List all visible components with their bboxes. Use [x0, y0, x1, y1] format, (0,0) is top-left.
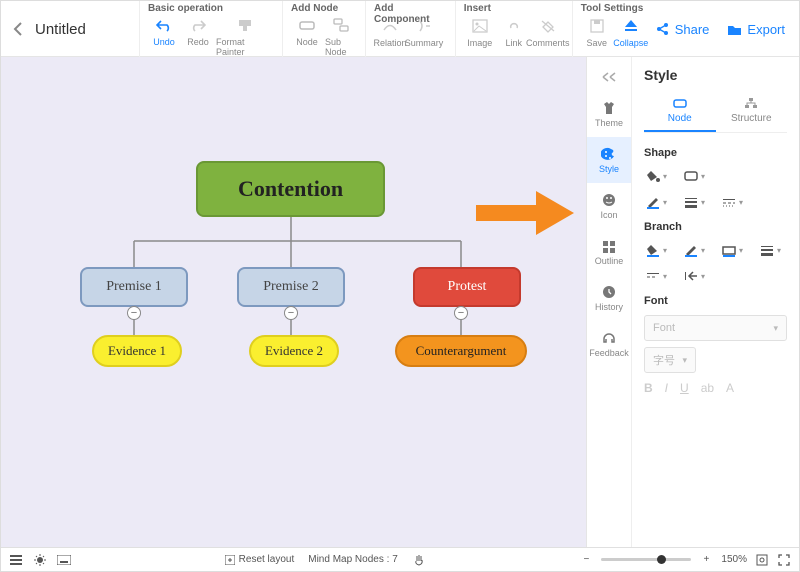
keyboard-icon[interactable]	[57, 553, 71, 567]
node-root[interactable]: Contention	[196, 161, 385, 217]
back-button[interactable]	[1, 1, 35, 57]
ribbon: Basic operation Undo Redo Format Painter…	[139, 1, 655, 57]
main: Contention Premise 1 Premise 2 Protest E…	[1, 57, 799, 549]
annotation-arrow-icon	[476, 191, 574, 235]
font-family-select[interactable]: Font▾	[644, 315, 787, 341]
shirt-icon	[601, 101, 617, 115]
branch-arrow-button[interactable]: ▾	[682, 267, 706, 285]
undo-button[interactable]: Undo	[148, 16, 180, 47]
collapse-panel-button[interactable]	[587, 63, 632, 91]
group-addcomp-label: Add Component	[374, 1, 447, 15]
status-bar: Reset layout Mind Map Nodes : 7 − + 150%	[1, 547, 799, 571]
view-list-icon[interactable]	[9, 553, 23, 567]
group-tools-label: Tool Settings	[581, 1, 647, 15]
right-actions: Share Export	[655, 1, 799, 57]
format-painter-button[interactable]: Format Painter	[216, 16, 274, 57]
collapse-button[interactable]: Collapse	[615, 17, 647, 48]
fullscreen-icon[interactable]	[777, 553, 791, 567]
zoom-out-button[interactable]: −	[579, 553, 593, 567]
doc-title[interactable]: Untitled	[35, 1, 139, 57]
section-branch: Branch	[644, 221, 787, 233]
smile-icon	[601, 193, 617, 207]
node-evidence-1[interactable]: Evidence 1	[92, 335, 182, 367]
shape-type-button[interactable]: ▾	[682, 167, 706, 185]
italic-button[interactable]: I	[665, 381, 668, 395]
shape-fill-button[interactable]: ▾	[644, 167, 668, 185]
pan-icon[interactable]	[412, 553, 426, 567]
font-size-select[interactable]: 字号▾	[644, 347, 696, 373]
summary-button[interactable]: Summary	[408, 17, 440, 48]
add-subnode-button[interactable]: Sub Node	[325, 16, 357, 57]
border-color-button[interactable]: ▾	[644, 193, 668, 211]
redo-button[interactable]: Redo	[182, 16, 214, 47]
branch-width-button[interactable]: ▾	[758, 241, 782, 259]
topbar: Untitled Basic operation Undo Redo Forma…	[1, 1, 799, 57]
insert-image-button[interactable]: Image	[464, 17, 496, 48]
clock-icon	[601, 285, 617, 299]
section-font: Font	[644, 295, 787, 307]
style-panel: Style Node Structure Shape ▾ ▾ ▾ ▾ ▾ Bra…	[631, 57, 799, 549]
node-premise-1[interactable]: Premise 1	[80, 267, 188, 307]
fit-screen-icon[interactable]	[755, 553, 769, 567]
side-toolbar: Theme Style Icon Outline History Feedbac…	[586, 57, 631, 549]
underline-button[interactable]: U	[680, 381, 689, 395]
tab-style[interactable]: Style	[587, 137, 632, 183]
tab-history[interactable]: History	[587, 275, 632, 321]
node-premise-2[interactable]: Premise 2	[237, 267, 345, 307]
border-width-button[interactable]: ▾	[682, 193, 706, 211]
reset-layout-button[interactable]: Reset layout	[225, 554, 295, 565]
zoom-slider[interactable]	[601, 558, 691, 561]
node-evidence-2[interactable]: Evidence 2	[249, 335, 339, 367]
headset-icon	[601, 331, 617, 345]
bold-button[interactable]: B	[644, 381, 653, 395]
collapse-toggle[interactable]: −	[284, 306, 298, 320]
brightness-icon[interactable]	[33, 553, 47, 567]
subtab-node[interactable]: Node	[644, 97, 716, 132]
section-shape: Shape	[644, 147, 787, 159]
subtab-structure[interactable]: Structure	[716, 97, 788, 132]
node-count: Mind Map Nodes : 7	[308, 554, 398, 565]
panel-title: Style	[644, 67, 787, 83]
export-button[interactable]: Export	[727, 22, 785, 37]
font-color-button[interactable]: A	[726, 381, 734, 395]
group-insert-label: Insert	[464, 1, 564, 15]
tab-feedback[interactable]: Feedback	[587, 321, 632, 367]
palette-icon	[601, 147, 617, 161]
collapse-toggle[interactable]: −	[454, 306, 468, 320]
tab-outline[interactable]: Outline	[587, 229, 632, 275]
zoom-level: 150%	[721, 554, 747, 565]
branch-shape-button[interactable]: ▾	[720, 241, 744, 259]
group-basic-label: Basic operation	[148, 1, 274, 14]
node-protest[interactable]: Protest	[413, 267, 521, 307]
branch-pen-button[interactable]: ▾	[682, 241, 706, 259]
save-button[interactable]: Save	[581, 17, 613, 48]
branch-dash-button[interactable]: ▾	[644, 267, 668, 285]
strikethrough-button[interactable]: ab	[701, 381, 714, 395]
node-counterargument[interactable]: Counterargument	[395, 335, 527, 367]
zoom-in-button[interactable]: +	[699, 553, 713, 567]
add-node-button[interactable]: Node	[291, 16, 323, 47]
share-button[interactable]: Share	[655, 22, 710, 37]
group-addnode-label: Add Node	[291, 1, 357, 14]
tab-theme[interactable]: Theme	[587, 91, 632, 137]
insert-comments-button[interactable]: Comments	[532, 17, 564, 48]
border-style-button[interactable]: ▾	[720, 193, 744, 211]
tab-icon[interactable]: Icon	[587, 183, 632, 229]
branch-color-button[interactable]: ▾	[644, 241, 668, 259]
canvas[interactable]: Contention Premise 1 Premise 2 Protest E…	[1, 57, 586, 549]
outline-icon	[601, 239, 617, 253]
relation-button[interactable]: Relation	[374, 17, 406, 48]
collapse-toggle[interactable]: −	[127, 306, 141, 320]
insert-link-button[interactable]: Link	[498, 17, 530, 48]
